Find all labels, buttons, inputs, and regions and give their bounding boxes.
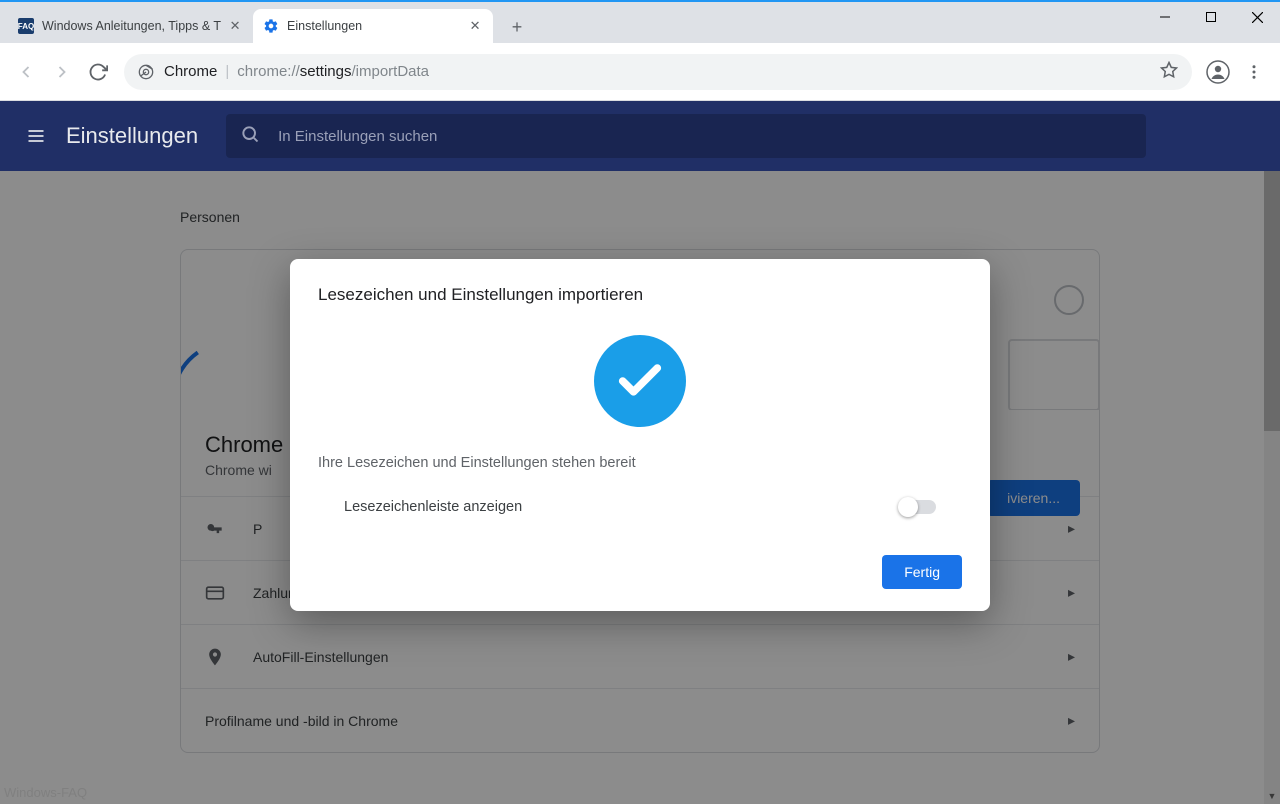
show-bookmarks-bar-row: Lesezeichenleiste anzeigen: [318, 499, 962, 515]
bookmarks-bar-toggle[interactable]: [900, 500, 936, 514]
browser-menu-button[interactable]: [1236, 54, 1272, 90]
toggle-label: Lesezeichenleiste anzeigen: [344, 499, 522, 515]
omnibox-url-part: /importData: [352, 63, 430, 80]
dialog-title: Lesezeichen und Einstellungen importiere…: [318, 285, 962, 305]
favicon-settings-gear-icon: [263, 18, 279, 34]
tab-title: Windows Anleitungen, Tipps & T: [42, 19, 221, 33]
address-bar[interactable]: Chrome | chrome://settings/importData: [124, 54, 1192, 90]
bookmark-star-icon[interactable]: [1160, 61, 1178, 83]
omnibox-url-part: settings: [300, 63, 352, 80]
browser-toolbar: Chrome | chrome://settings/importData: [0, 43, 1280, 101]
search-icon: [240, 124, 260, 149]
success-indicator: [318, 335, 962, 427]
profile-avatar-button[interactable]: [1200, 54, 1236, 90]
settings-header: Einstellungen In Einstellungen suchen: [0, 101, 1280, 171]
dialog-message: Ihre Lesezeichen und Einstellungen stehe…: [318, 455, 962, 471]
maximize-button[interactable]: [1188, 2, 1234, 32]
tab-title: Einstellungen: [287, 19, 461, 33]
reload-button[interactable]: [80, 54, 116, 90]
window-controls: [1142, 2, 1280, 32]
back-button[interactable]: [8, 54, 44, 90]
settings-search-placeholder: In Einstellungen suchen: [278, 128, 437, 145]
close-window-button[interactable]: [1234, 2, 1280, 32]
omnibox-divider: |: [225, 63, 229, 80]
tab-strip: FAQ Windows Anleitungen, Tipps & T ✕ Ein…: [0, 2, 1280, 43]
omnibox-prefix: Chrome: [164, 63, 217, 80]
forward-button[interactable]: [44, 54, 80, 90]
done-button[interactable]: Fertig: [882, 555, 962, 589]
omnibox-url-part: chrome://: [237, 63, 300, 80]
new-tab-button[interactable]: +: [503, 13, 531, 41]
browser-tab-active[interactable]: Einstellungen ✕: [253, 9, 493, 43]
close-tab-icon[interactable]: ✕: [227, 18, 243, 34]
browser-tab-inactive[interactable]: FAQ Windows Anleitungen, Tipps & T ✕: [8, 9, 253, 43]
hamburger-menu-icon[interactable]: [18, 118, 54, 154]
watermark-text: Windows-FAQ: [4, 785, 87, 800]
close-tab-icon[interactable]: ✕: [467, 18, 483, 34]
minimize-button[interactable]: [1142, 2, 1188, 32]
chrome-icon: [138, 64, 154, 80]
favicon-faq: FAQ: [18, 18, 34, 34]
checkmark-circle-icon: [594, 335, 686, 427]
settings-page-title: Einstellungen: [66, 123, 198, 149]
toggle-knob: [898, 497, 918, 517]
settings-search-box[interactable]: In Einstellungen suchen: [226, 114, 1146, 158]
import-bookmarks-dialog: Lesezeichen und Einstellungen importiere…: [290, 259, 990, 611]
